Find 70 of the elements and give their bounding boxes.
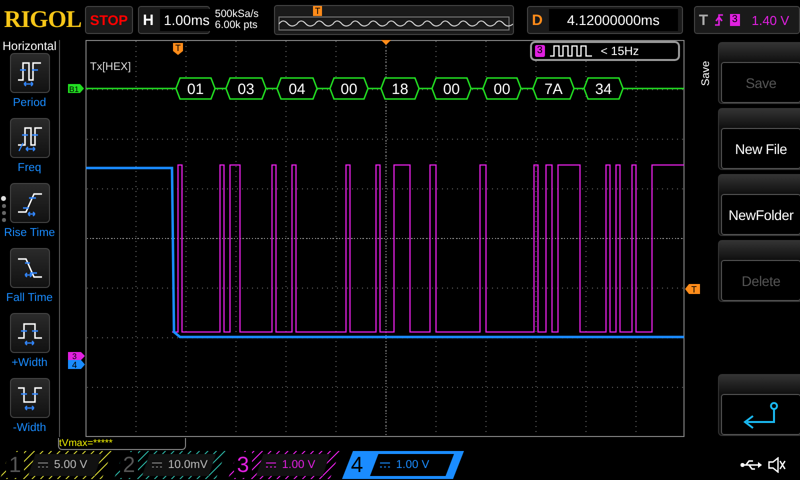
trigger-source: 3 xyxy=(730,14,740,26)
delay-box[interactable]: D 4.12000000ms xyxy=(526,6,683,34)
measure-button[interactable] xyxy=(10,118,50,158)
decode-packet: 7A xyxy=(532,77,575,100)
decode-label: Tx[HEX] xyxy=(90,61,131,73)
pulse-train-icon xyxy=(548,44,593,58)
trigger-box[interactable]: T 3 1.40 V xyxy=(694,6,800,34)
measurement-result: tVmax=***** xyxy=(58,438,186,450)
delay-label: D xyxy=(532,12,543,28)
channel-marker: 3 xyxy=(68,352,85,361)
decode-packet: 03 xyxy=(225,77,267,100)
trigger-level: 1.40 V xyxy=(752,12,790,28)
channel-tab[interactable]: 4 1.00 V xyxy=(342,451,464,479)
brand-logo: RIGOL xyxy=(4,6,80,34)
page-dot[interactable] xyxy=(1,196,6,201)
channel-scale: 1.00 V xyxy=(396,459,430,471)
decode-packet: 01 xyxy=(175,77,216,100)
measure-label: Fall Time xyxy=(6,291,53,305)
channel-tab[interactable]: 1 5.00 V xyxy=(0,451,112,479)
dc-coupling-icon xyxy=(38,462,48,468)
measure-label: -Width xyxy=(12,421,46,435)
channel-tab[interactable]: 3 1.00 V xyxy=(228,451,340,479)
measure-button[interactable] xyxy=(10,248,50,288)
menu-title: Horizontal xyxy=(2,40,57,53)
page-dot[interactable] xyxy=(2,211,6,215)
decode-packet: 34 xyxy=(583,77,624,100)
channel-tab[interactable]: 2 10.0mV xyxy=(114,451,226,479)
memory-depth: 6.00k pts xyxy=(214,20,258,31)
run-state[interactable]: STOP xyxy=(85,6,133,34)
decode-packet: 00 xyxy=(431,77,472,100)
measure-label: Rise Time xyxy=(4,226,56,240)
timebase-label: H xyxy=(142,12,154,28)
measure-button[interactable] xyxy=(10,313,50,353)
softkey-button[interactable] xyxy=(718,374,800,436)
frequency-value: < 15Hz xyxy=(600,44,639,58)
bus-marker: B1 xyxy=(68,84,84,94)
dc-coupling-icon xyxy=(266,462,276,468)
channel-scale: 5.00 V xyxy=(54,459,88,471)
page-dot[interactable] xyxy=(2,218,6,222)
softkey-button[interactable]: NewFolder xyxy=(718,174,800,236)
measure-button[interactable] xyxy=(10,53,50,93)
rising-edge-icon xyxy=(714,13,724,27)
decode-packet: 04 xyxy=(276,77,318,100)
channel-scale: 1.00 V xyxy=(282,459,316,471)
channel-badge: 3 xyxy=(535,45,545,57)
measure-button[interactable] xyxy=(10,183,50,223)
trigger-marker: T xyxy=(312,6,322,16)
menu-title: Save xyxy=(700,59,712,88)
softkey-button[interactable]: New File xyxy=(718,108,800,170)
measure-label: Period xyxy=(12,96,46,110)
return-arrow-icon xyxy=(741,400,781,430)
page-dot[interactable] xyxy=(2,204,6,208)
dc-coupling-icon xyxy=(152,462,162,468)
decode-packet: 00 xyxy=(482,77,522,100)
trigger-label: T xyxy=(698,12,708,28)
trigger-position-marker: T xyxy=(173,43,183,55)
measure-button[interactable] xyxy=(10,378,50,418)
measure-label: Freq xyxy=(18,161,42,175)
dc-coupling-icon xyxy=(380,462,390,468)
speaker-muted-icon xyxy=(768,457,786,473)
sample-rate: 500kSa/s xyxy=(214,9,260,20)
usb-icon xyxy=(740,459,762,471)
decode-packet: 18 xyxy=(380,77,420,100)
center-marker-icon xyxy=(381,40,391,45)
measure-label: +Width xyxy=(11,356,48,370)
trigger-level-marker: T xyxy=(685,284,700,294)
decode-packet: 00 xyxy=(329,77,369,100)
delay-value: 4.12000000ms xyxy=(548,9,678,31)
channel-scale: 10.0mV xyxy=(168,459,208,471)
channel-marker: 4 xyxy=(68,360,85,370)
